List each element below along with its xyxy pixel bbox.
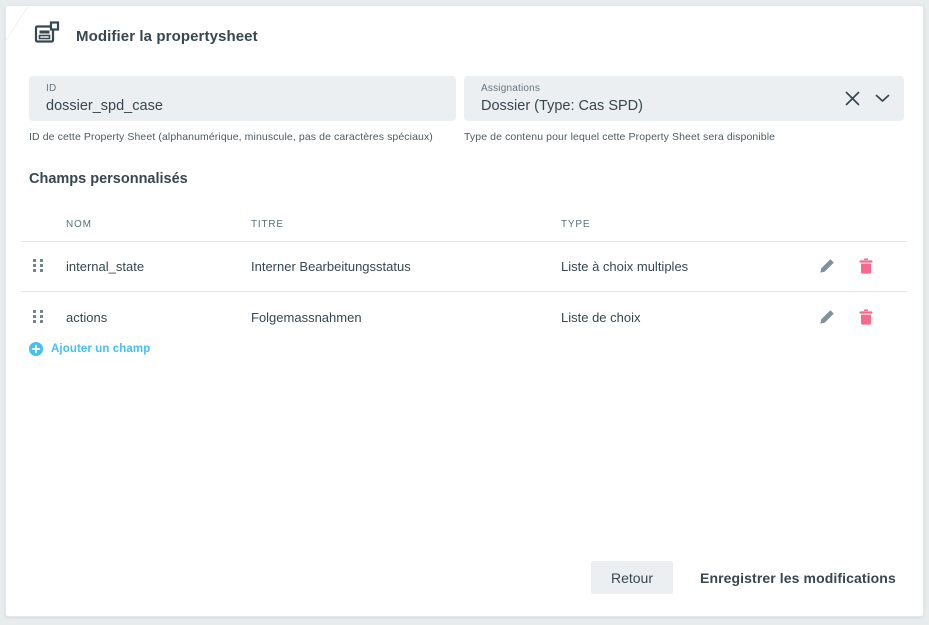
cell-type: Liste à choix multiples	[561, 241, 688, 291]
id-field[interactable]: ID dossier_spd_case	[29, 76, 456, 121]
id-field-value: dossier_spd_case	[46, 96, 440, 116]
id-field-label: ID	[46, 83, 440, 95]
page-title: Modifier la propertysheet	[76, 28, 258, 45]
table-header-row: NOM TITRE TYPE	[21, 209, 907, 242]
drag-handle-icon[interactable]	[33, 259, 43, 272]
cell-titre: Interner Bearbeitungsstatus	[251, 241, 411, 291]
decorative-diagonal	[6, 5, 32, 41]
assignations-select[interactable]: Assignations Dossier (Type: Cas SPD)	[464, 76, 904, 121]
edit-pencil-icon[interactable]	[817, 307, 837, 327]
column-header-nom: NOM	[66, 219, 92, 230]
add-field-button[interactable]: Ajouter un champ	[29, 342, 150, 356]
clear-icon[interactable]	[842, 88, 863, 109]
column-header-type: TYPE	[561, 219, 590, 230]
column-header-titre: TITRE	[251, 219, 284, 230]
section-title-custom-fields: Champs personnalisés	[29, 171, 188, 187]
table-row: internal_state Interner Bearbeitungsstat…	[21, 241, 907, 292]
save-modifications-button[interactable]: Enregistrer les modifications	[700, 561, 896, 594]
propertysheet-icon	[34, 21, 60, 45]
cell-type: Liste de choix	[561, 292, 641, 342]
add-field-label: Ajouter un champ	[51, 343, 150, 355]
delete-trash-icon[interactable]	[857, 256, 875, 276]
assignations-label: Assignations	[481, 83, 888, 95]
propertysheet-edit-card: Modifier la propertysheet ID dossier_spd…	[5, 5, 924, 617]
edit-pencil-icon[interactable]	[817, 256, 837, 276]
drag-handle-icon[interactable]	[33, 310, 43, 323]
page-background: Modifier la propertysheet ID dossier_spd…	[0, 0, 929, 625]
cell-nom: internal_state	[66, 241, 144, 291]
assignations-value: Dossier (Type: Cas SPD)	[481, 96, 888, 116]
cell-titre: Folgemassnahmen	[251, 292, 362, 342]
plus-circle-icon	[29, 342, 43, 356]
chevron-down-icon[interactable]	[873, 92, 892, 105]
id-field-helper: ID de cette Property Sheet (alphanumériq…	[29, 131, 459, 143]
back-button[interactable]: Retour	[591, 561, 673, 594]
cell-nom: actions	[66, 292, 107, 342]
table-row: actions Folgemassnahmen Liste de choix	[21, 292, 907, 342]
assignations-helper: Type de contenu pour lequel cette Proper…	[464, 131, 894, 143]
delete-trash-icon[interactable]	[857, 307, 875, 327]
